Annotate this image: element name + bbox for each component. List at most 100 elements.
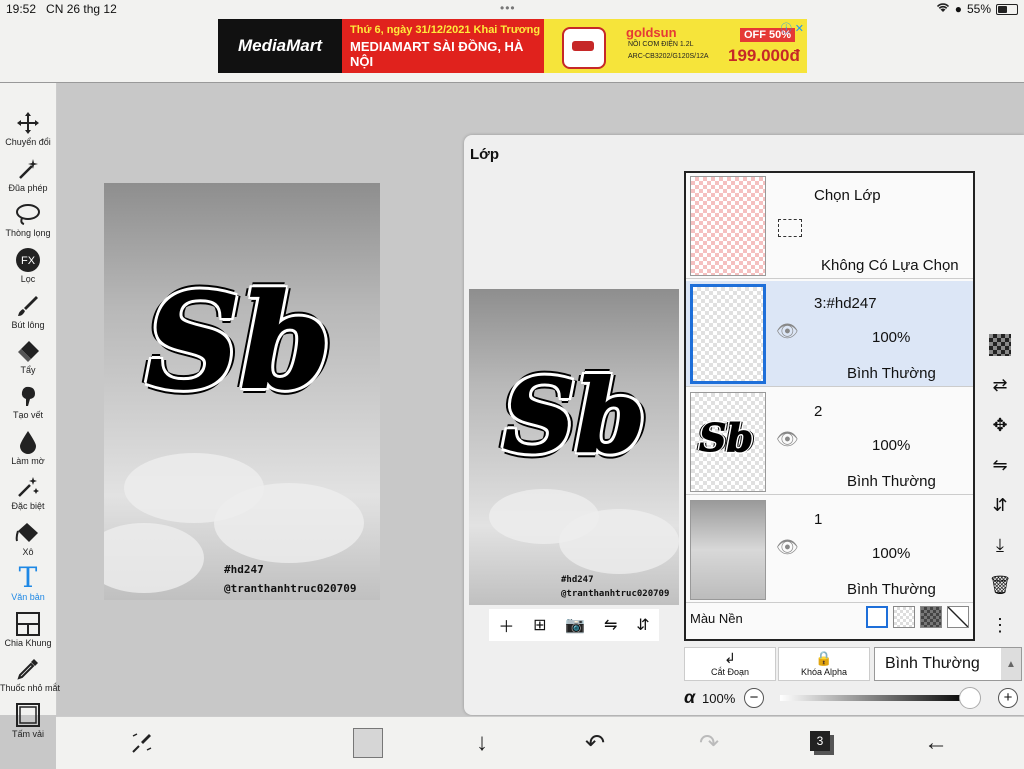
- tool-blur[interactable]: Làm mờ: [0, 429, 56, 466]
- brush-icon: [0, 293, 56, 319]
- layer-side-tools: ⇄ ✥ ⇋ ⇵ ⤓ 🗑 ⋮: [979, 325, 1021, 645]
- tool-magic-wand[interactable]: Đũa phép: [0, 156, 56, 193]
- blur-icon: [0, 429, 56, 455]
- tool-label: Thòng lọng: [5, 228, 51, 238]
- ad-product-brand: goldsun: [626, 25, 677, 40]
- layer-opacity: 100%: [872, 329, 911, 346]
- visibility-eye-icon[interactable]: 👁: [776, 537, 799, 558]
- layer-row[interactable]: 👁 3:#hd247 100% Bình Thường: [686, 281, 973, 387]
- selection-row-title: Chọn Lớp: [814, 187, 881, 204]
- flip-layer-vertical-icon[interactable]: ⇵: [979, 485, 1021, 525]
- tool-eraser[interactable]: Tẩy: [0, 338, 56, 375]
- layer-row[interactable]: 👁 1 100% Bình Thường: [686, 497, 973, 603]
- background-dark-swatch[interactable]: [920, 606, 942, 628]
- alpha-lock-button[interactable]: 🔒 Khóa Alpha: [778, 647, 870, 681]
- visibility-eye-icon[interactable]: 👁: [776, 321, 799, 342]
- status-bar: 19:52 CN 26 thg 12 ••• ● 55%: [0, 0, 1024, 18]
- canvas-icon: [0, 702, 56, 728]
- tool-label: Chuyển đổi: [5, 137, 51, 147]
- lasso-icon: [0, 201, 56, 227]
- add-layer-icon[interactable]: ＋: [498, 613, 514, 637]
- eraser-icon: [0, 338, 56, 364]
- clip-button[interactable]: ↲ Cắt Đoạn: [684, 647, 776, 681]
- ad-date-line: Thứ 6, ngày 31/12/2021 Khai Trương: [350, 23, 541, 36]
- preview-logo-text: Sb: [502, 357, 646, 475]
- redo-icon[interactable]: ↷: [693, 727, 725, 759]
- brush-settings-icon[interactable]: [126, 727, 158, 759]
- merge-down-icon[interactable]: ⤓: [979, 525, 1021, 565]
- tool-label: Lọc: [20, 274, 36, 284]
- color-swatch[interactable]: [352, 727, 384, 759]
- fx-filter-icon: FX: [0, 247, 56, 273]
- opacity-slider-row: α 100% − +: [684, 687, 1022, 709]
- ad-brand: MediaMart: [218, 19, 342, 73]
- opacity-increase-button[interactable]: +: [998, 688, 1018, 708]
- status-right: ● 55%: [936, 2, 1018, 16]
- add-raster-layer-icon[interactable]: ⊞: [533, 615, 546, 635]
- cloud: [214, 483, 364, 563]
- visibility-eye-icon[interactable]: 👁: [776, 429, 799, 450]
- ad-product-panel: goldsun NỒI CƠM ĐIỆN 1.2L ARC-CB3202/G12…: [544, 19, 807, 73]
- selection-layer-row[interactable]: Chọn Lớp Không Có Lựa Chọn: [686, 173, 973, 279]
- blend-mode-value: Bình Thường: [885, 655, 980, 672]
- tool-smudge[interactable]: Tạo vết: [0, 383, 56, 420]
- background-transparent-swatch[interactable]: [893, 606, 915, 628]
- tool-filter[interactable]: FX Lọc: [0, 247, 56, 284]
- layer-thumbnail: Sb: [690, 392, 766, 492]
- tool-text[interactable]: T Văn bản: [0, 564, 56, 603]
- tool-transform[interactable]: Chuyển đổi: [0, 110, 56, 147]
- layer-preview: Sb #hd247 @tranthanhtruc020709: [469, 289, 679, 605]
- flip-vertical-icon[interactable]: ⇵: [636, 615, 649, 635]
- opacity-slider-thumb[interactable]: [959, 687, 981, 709]
- tool-label: Đặc biệt: [11, 501, 45, 511]
- layer-opacity: 100%: [872, 437, 911, 454]
- battery-percent: 55%: [966, 2, 991, 16]
- tool-brush[interactable]: Bút lông: [0, 293, 56, 330]
- flip-layer-horizontal-icon[interactable]: ⇋: [979, 445, 1021, 485]
- back-arrow-icon[interactable]: ←: [920, 727, 952, 759]
- blend-mode-select[interactable]: Bình Thường ▲: [874, 647, 1022, 681]
- opacity-decrease-button[interactable]: −: [744, 688, 764, 708]
- trash-icon[interactable]: 🗑: [979, 565, 1021, 605]
- checker-icon[interactable]: [979, 325, 1021, 365]
- swap-layer-icon[interactable]: ⇄: [979, 365, 1021, 405]
- multitask-dots-icon[interactable]: •••: [500, 1, 516, 15]
- eyedropper-icon: [0, 656, 56, 682]
- ad-close-icon[interactable]: ⓘ ✕: [781, 20, 804, 36]
- selection-row-status: Không Có Lựa Chọn: [821, 257, 959, 274]
- tool-bucket[interactable]: Xô: [0, 520, 56, 557]
- arrow-down-icon[interactable]: ↓: [466, 727, 498, 759]
- layer-list: Chọn Lớp Không Có Lựa Chọn 👁 3:#hd247 10…: [684, 171, 975, 641]
- ad-product-name: NỒI CƠM ĐIỆN 1.2L: [628, 41, 694, 48]
- layers-count-button[interactable]: 3: [806, 727, 838, 759]
- artwork-logo: Sb: [145, 265, 332, 418]
- artwork-tag-line1: #hd247: [224, 563, 264, 576]
- status-time-date: 19:52 CN 26 thg 12: [6, 2, 117, 16]
- undo-icon[interactable]: ↶: [579, 727, 611, 759]
- more-vertical-icon[interactable]: ⋮: [979, 605, 1021, 645]
- camera-icon[interactable]: 📷: [565, 615, 585, 635]
- layer-row[interactable]: Sb 👁 2 100% Bình Thường: [686, 389, 973, 495]
- tool-canvas[interactable]: Tấm vải: [0, 702, 56, 739]
- tool-label: Xô: [22, 547, 34, 557]
- drawing-canvas[interactable]: Sb #hd247 @tranthanhtruc020709: [104, 183, 380, 600]
- tool-frame-divider[interactable]: Chia Khung: [0, 611, 56, 648]
- tool-label: Tấm vải: [11, 729, 44, 739]
- tool-special[interactable]: Đặc biệt: [0, 474, 56, 511]
- flip-horizontal-icon[interactable]: ⇋: [604, 615, 617, 635]
- background-none-swatch[interactable]: [947, 606, 969, 628]
- tool-eyedropper[interactable]: Thuốc nhỏ mắt: [0, 656, 60, 693]
- background-white-swatch[interactable]: [866, 606, 888, 628]
- tool-lasso[interactable]: Thòng lọng: [0, 201, 56, 238]
- move-layer-icon[interactable]: ✥: [979, 405, 1021, 445]
- selection-thumbnail: [690, 176, 766, 276]
- artwork-logo-text: Sb: [145, 265, 332, 418]
- lock-icon: 🔒: [815, 650, 833, 666]
- thumbnail-logo-text: Sb: [698, 415, 754, 461]
- svg-text:FX: FX: [21, 255, 36, 267]
- selection-marquee-icon: [778, 219, 802, 237]
- layer-count: 3: [810, 731, 830, 751]
- frame-divider-icon: [0, 611, 56, 637]
- ad-banner[interactable]: MediaMart Thứ 6, ngày 31/12/2021 Khai Tr…: [218, 19, 807, 73]
- opacity-slider-track[interactable]: [780, 695, 970, 701]
